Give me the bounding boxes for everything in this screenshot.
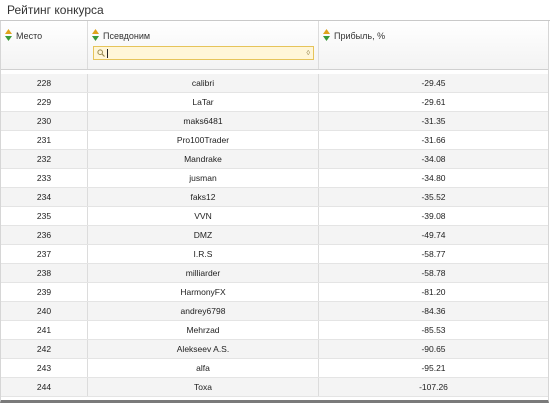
rating-table: Место Псевдоним ◊ Прибыль, % 228 calibri… — [0, 21, 549, 403]
cell-profit: -39.08 — [421, 211, 446, 221]
search-icon — [97, 49, 105, 57]
cell-nickname: calibri — [88, 74, 319, 92]
sort-icon[interactable] — [5, 29, 12, 41]
cell-profit: -90.65 — [421, 344, 446, 354]
cell-nickname: jusman — [88, 169, 319, 187]
cell-profit: -31.35 — [421, 116, 446, 126]
table-body: 228 calibri -29.45 229 LaTar -29.61 230 maks648… — [1, 74, 548, 397]
title-bar: Рейтинг конкурса — [0, 0, 550, 21]
cell-place: 229 — [1, 93, 88, 111]
table-row[interactable]: 237 I.R.S -58.77 — [1, 245, 548, 264]
text-cursor — [107, 49, 108, 58]
sort-icon[interactable] — [323, 29, 330, 41]
cell-profit: -95.21 — [421, 363, 446, 373]
table-row[interactable]: 233 jusman -34.80 — [1, 169, 548, 188]
cell-nickname: DMZ — [88, 226, 319, 244]
column-header-place[interactable]: Место — [1, 21, 88, 69]
table-row[interactable]: 238 milliarder -58.78 — [1, 264, 548, 283]
column-label-nickname: Псевдоним — [103, 31, 151, 41]
table-row[interactable]: 236 DMZ -49.74 — [1, 226, 548, 245]
table-row[interactable]: 235 VVN -39.08 — [1, 207, 548, 226]
table-row[interactable]: 239 HarmonyFX -81.20 — [1, 283, 548, 302]
column-header-profit[interactable]: Прибыль, % — [319, 21, 548, 69]
cell-place: 228 — [1, 74, 88, 92]
cell-place: 233 — [1, 169, 88, 187]
cell-nickname: VVN — [88, 207, 319, 225]
cell-place: 230 — [1, 112, 88, 130]
cell-place: 236 — [1, 226, 88, 244]
column-header-nickname[interactable]: Псевдоним ◊ — [88, 21, 319, 69]
cell-place: 237 — [1, 245, 88, 263]
table-row[interactable]: 242 Alekseev A.S. -90.65 — [1, 340, 548, 359]
table-row[interactable]: 232 Mandrake -34.08 — [1, 150, 548, 169]
table-row[interactable]: 243 alfa -95.21 — [1, 359, 548, 378]
cell-nickname: alfa — [88, 359, 319, 377]
cell-profit: -29.61 — [421, 97, 446, 107]
cell-place: 241 — [1, 321, 88, 339]
cell-nickname: Mandrake — [88, 150, 319, 168]
cell-place: 239 — [1, 283, 88, 301]
table-header: Место Псевдоним ◊ Прибыль, % — [1, 21, 548, 70]
cell-nickname: faks12 — [88, 188, 319, 206]
cell-nickname: Pro100Trader — [88, 131, 319, 149]
table-row[interactable]: 229 LaTar -29.61 — [1, 93, 548, 112]
column-label-place: Место — [16, 31, 43, 41]
cell-nickname: I.R.S — [88, 245, 319, 263]
cell-nickname: Alekseev A.S. — [88, 340, 319, 358]
cell-nickname: milliarder — [88, 264, 319, 282]
sort-icon[interactable] — [92, 29, 99, 41]
cell-profit: -34.08 — [421, 154, 446, 164]
cell-nickname: maks6481 — [88, 112, 319, 130]
cell-nickname: Mehrzad — [88, 321, 319, 339]
cell-profit: -29.45 — [421, 78, 446, 88]
cell-profit: -34.80 — [421, 173, 446, 183]
dropdown-arrow-icon[interactable]: ◊ — [307, 50, 310, 57]
cell-profit: -107.26 — [419, 382, 448, 392]
cell-place: 244 — [1, 378, 88, 396]
cell-place: 231 — [1, 131, 88, 149]
column-label-profit: Прибыль, % — [334, 31, 386, 41]
cell-place: 240 — [1, 302, 88, 320]
cell-profit: -58.77 — [421, 249, 446, 259]
cell-place: 243 — [1, 359, 88, 377]
cell-place: 242 — [1, 340, 88, 358]
table-row[interactable]: 230 maks6481 -31.35 — [1, 112, 548, 131]
cell-nickname: andrey6798 — [88, 302, 319, 320]
nickname-filter-input[interactable]: ◊ — [93, 46, 314, 60]
cell-profit: -35.52 — [421, 192, 446, 202]
cell-nickname: Toxa — [88, 378, 319, 396]
cell-profit: -49.74 — [421, 230, 446, 240]
cell-profit: -31.66 — [421, 135, 446, 145]
cell-profit: -58.78 — [421, 268, 446, 278]
cell-nickname: HarmonyFX — [88, 283, 319, 301]
cell-place: 232 — [1, 150, 88, 168]
cell-place: 234 — [1, 188, 88, 206]
cell-place: 238 — [1, 264, 88, 282]
cell-profit: -81.20 — [421, 287, 446, 297]
table-row[interactable]: 231 Pro100Trader -31.66 — [1, 131, 548, 150]
table-row[interactable]: 240 andrey6798 -84.36 — [1, 302, 548, 321]
table-row[interactable]: 228 calibri -29.45 — [1, 74, 548, 93]
cell-place: 235 — [1, 207, 88, 225]
table-row[interactable]: 234 faks12 -35.52 — [1, 188, 548, 207]
cell-profit: -84.36 — [421, 306, 446, 316]
cell-nickname: LaTar — [88, 93, 319, 111]
cell-profit: -85.53 — [421, 325, 446, 335]
table-row[interactable]: 244 Toxa -107.26 — [1, 378, 548, 397]
table-row[interactable]: 241 Mehrzad -85.53 — [1, 321, 548, 340]
page-title: Рейтинг конкурса — [7, 3, 104, 17]
